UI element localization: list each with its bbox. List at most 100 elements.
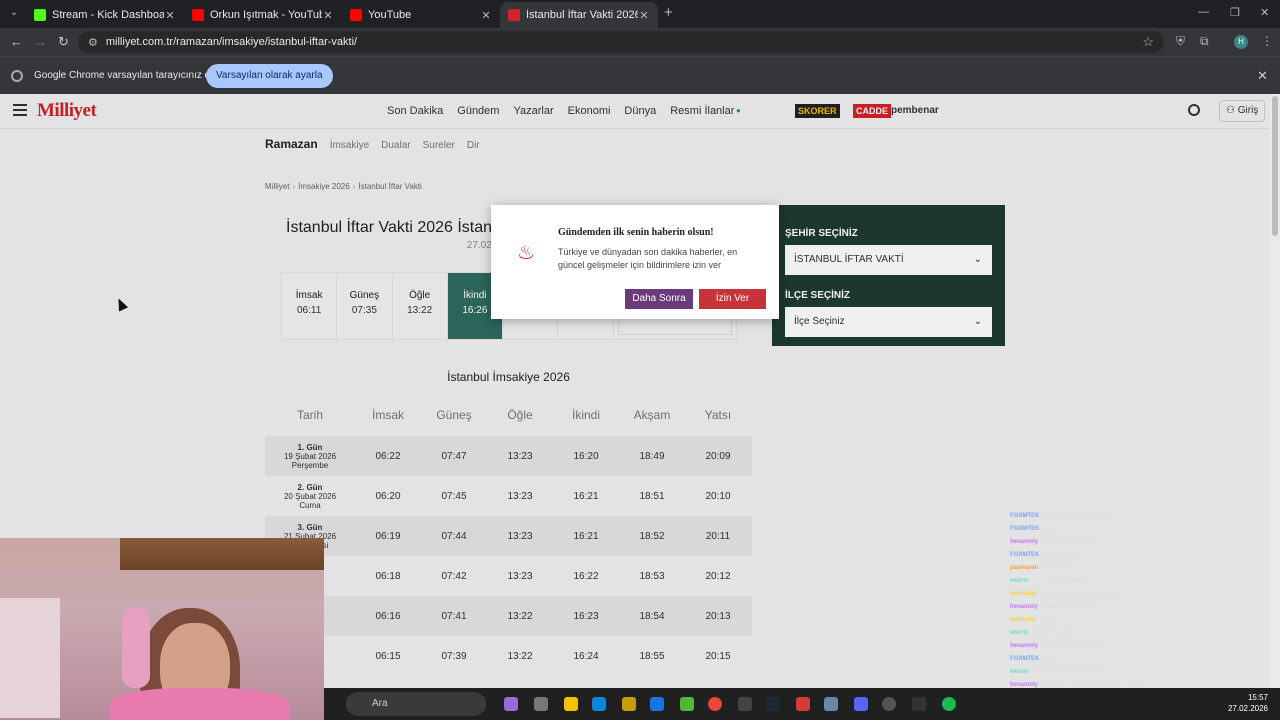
browser-menu-icon[interactable]: ⋮ xyxy=(1261,34,1273,48)
breadcrumb-item[interactable]: İmsakiye 2026 xyxy=(298,182,350,191)
site-info-icon[interactable]: ⚙ xyxy=(88,36,98,49)
chat-text: : Eve gerkön gelirsem yetişirim xyxy=(1036,591,1119,597)
tab-close-icon[interactable]: ✕ xyxy=(480,9,492,22)
webcam-ceiling xyxy=(120,538,324,570)
edge-icon[interactable] xyxy=(592,697,606,711)
subnav-link[interactable]: Dir xyxy=(467,140,480,151)
app-red-icon[interactable] xyxy=(796,697,810,711)
subnav-title[interactable]: Ramazan xyxy=(265,137,318,151)
time-cell: 06:22 xyxy=(375,450,401,462)
table-row: 06:15 07:39 13:22 16:24 18:55 20:15 xyxy=(265,636,752,676)
browser-tab[interactable]: Orkun Işıtmak - YouTube ✕ xyxy=(184,2,342,28)
chrome-taskbar-icon[interactable] xyxy=(708,697,722,711)
widgets-icon[interactable] xyxy=(504,697,518,711)
brand-skorer[interactable]: SKORER xyxy=(795,104,840,118)
new-tab-button[interactable]: + xyxy=(664,5,673,20)
chat-message: FOXMTEK: Günlük görevleri yapalım xyxy=(1010,510,1210,523)
brand-cadde[interactable]: CADDE xyxy=(853,104,892,118)
time-cell: 07:44 xyxy=(441,530,467,542)
time-cell: 18:55 xyxy=(639,650,665,662)
chat-message: FOXMTEK: Abla xyxy=(1010,523,1210,536)
chat-username: emirkulai xyxy=(1010,591,1037,597)
time-cell: 16:20 xyxy=(573,450,599,462)
forward-icon[interactable]: → xyxy=(34,34,47,50)
ramadan-subnav: Ramazan İmsakiye Dualar Sureler Dir xyxy=(265,137,480,151)
subnav-link[interactable]: Dualar xyxy=(381,140,410,151)
set-default-button[interactable]: Varsayılan olarak ayarla xyxy=(206,64,333,88)
discord-icon[interactable] xyxy=(854,697,868,711)
scrollbar-thumb[interactable] xyxy=(1272,96,1278,236)
chat-username: wezris xyxy=(1010,630,1029,636)
browser-tab[interactable]: YouTube ✕ xyxy=(342,2,500,28)
browser-tab[interactable]: İstanbul İftar Vakti 2026: Diyanet✕ xyxy=(500,2,658,28)
chat-username: wezris xyxy=(1010,669,1029,675)
chat-username: emirkulai xyxy=(1010,617,1037,623)
address-bar[interactable]: ⚙ milliyet.com.tr/ramazan/imsakiye/istan… xyxy=(78,31,1164,53)
tab-close-icon[interactable]: ✕ xyxy=(638,9,650,22)
task-view-icon[interactable] xyxy=(534,697,548,711)
app-gray-icon[interactable] xyxy=(912,697,926,711)
tab-strip: ⌄ Stream - Kick Dashboard ✕ Orkun Işıtmak … xyxy=(0,0,1280,28)
kick-icon[interactable] xyxy=(680,697,694,711)
day-weekday: Perşembe xyxy=(291,460,329,470)
user-icon: ⚇ xyxy=(1226,105,1238,116)
taskbar-clock[interactable]: 15:57 27.02.2026 xyxy=(1228,692,1268,714)
nav-link[interactable]: Yazarlar xyxy=(513,105,553,117)
chat-message: pasmaren: lig maçı var xyxy=(1010,562,1210,575)
tab-close-icon[interactable]: ✕ xyxy=(322,9,334,22)
tab-search-chevron-icon[interactable]: ⌄ xyxy=(6,5,22,21)
search-label: Ara xyxy=(372,698,388,709)
infobar-close-icon[interactable]: ✕ xyxy=(1257,68,1268,84)
nav-link[interactable]: Dünya xyxy=(624,105,656,117)
brand-pembenar[interactable]: pembenar xyxy=(888,104,942,118)
minimize-icon[interactable]: — xyxy=(1198,6,1209,18)
breadcrumb-item[interactable]: İstanbul İftar Vakti xyxy=(358,182,421,191)
allow-button[interactable]: İzin Ver xyxy=(699,289,766,309)
browser-tab[interactable]: Stream - Kick Dashboard ✕ xyxy=(26,2,184,28)
tab-favicon-icon xyxy=(508,9,520,21)
district-select-value: İlçe Seçiniz xyxy=(794,316,845,327)
nav-link[interactable]: Resmi İlanlar xyxy=(670,105,734,117)
city-selector-panel: ŞEHİR SEÇİNİZ İSTANBUL İFTAR VAKTİ ⌄ İLÇ… xyxy=(772,205,1005,346)
site-logo[interactable]: Milliyet xyxy=(37,100,97,122)
nav-link[interactable]: Gündem xyxy=(457,105,499,117)
page-scrollbar[interactable] xyxy=(1270,94,1280,720)
breadcrumb-item[interactable]: Milliyet xyxy=(265,182,289,191)
tab-favicon-icon xyxy=(34,9,46,21)
epic-games-icon[interactable] xyxy=(738,697,752,711)
steam-icon[interactable] xyxy=(766,697,780,711)
close-window-icon[interactable]: ✕ xyxy=(1260,6,1269,19)
outlook-icon[interactable] xyxy=(650,697,664,711)
city-select[interactable]: İSTANBUL İFTAR VAKTİ ⌄ xyxy=(785,245,992,275)
reload-icon[interactable]: ↻ xyxy=(58,34,69,50)
spotify-icon[interactable] xyxy=(942,697,956,711)
webcam-shirt xyxy=(110,688,290,720)
chat-username: FOXMTEK xyxy=(1010,513,1040,519)
taskbar-search[interactable]: Ara xyxy=(346,692,486,716)
login-button[interactable]: ⚇ Giriş xyxy=(1219,100,1265,122)
search-icon[interactable] xyxy=(1188,104,1200,116)
maximize-icon[interactable]: ❐ xyxy=(1230,6,1240,19)
tab-title: YouTube xyxy=(368,9,412,21)
brand-logo-green[interactable]: ● xyxy=(733,104,744,118)
later-button[interactable]: Daha Sonra xyxy=(625,289,693,309)
profile-avatar[interactable]: H xyxy=(1234,35,1248,49)
app-plane-icon[interactable] xyxy=(824,697,838,711)
file-explorer-icon[interactable] xyxy=(564,697,578,711)
prayer-time-value: 07:35 xyxy=(351,305,377,316)
extension-shield-icon[interactable]: ⛨ xyxy=(1176,34,1185,49)
obs-icon[interactable] xyxy=(882,697,896,711)
day-number: 3. Gün xyxy=(297,522,323,532)
subnav-link[interactable]: Sureler xyxy=(423,140,455,151)
store-icon[interactable] xyxy=(622,697,636,711)
bookmark-star-icon[interactable]: ☆ xyxy=(1142,34,1154,50)
chevron-down-icon: ⌄ xyxy=(973,316,982,327)
subnav-link[interactable]: İmsakiye xyxy=(330,140,369,151)
extensions-puzzle-icon[interactable]: ⧉ xyxy=(1200,34,1209,49)
tab-close-icon[interactable]: ✕ xyxy=(164,9,176,22)
back-icon[interactable]: ← xyxy=(10,34,23,50)
hamburger-menu-icon[interactable] xyxy=(13,104,27,116)
nav-link[interactable]: Ekonomi xyxy=(568,105,611,117)
nav-link[interactable]: Son Dakika xyxy=(387,105,443,117)
district-select[interactable]: İlçe Seçiniz ⌄ xyxy=(785,307,992,337)
